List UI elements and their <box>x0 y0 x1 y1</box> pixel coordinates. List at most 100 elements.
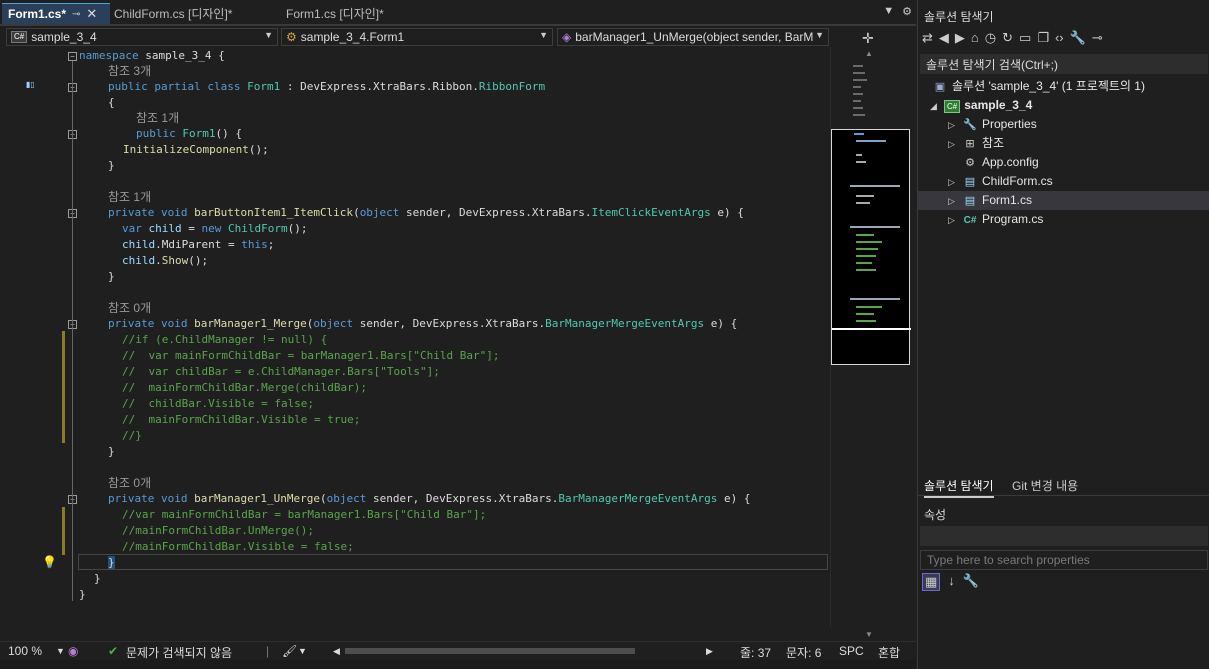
project-dropdown[interactable]: C# sample_3_4 ▼ <box>6 28 278 46</box>
tab-form1-cs[interactable]: Form1.cs* ⊸ ✕ <box>2 3 110 24</box>
tree-label: Form1.cs <box>982 193 1033 207</box>
scroll-down-icon[interactable]: ▼ <box>865 630 873 639</box>
pin-icon[interactable]: ⊸ <box>72 9 80 20</box>
tree-label: 솔루션 'sample_3_4' (1 프로젝트의 1) <box>952 79 1145 93</box>
tree-project[interactable]: ◢ C# sample_3_4 <box>930 96 1032 115</box>
member-dropdown[interactable]: ◈ barManager1_UnMerge(object sender, Bar… <box>557 28 829 46</box>
collapse-all-icon[interactable]: ▭ <box>1019 30 1031 46</box>
code-text[interactable]: namespace sample_3_4 { 참조 3개 public part… <box>79 47 829 640</box>
reference-count[interactable]: 참조 0개 <box>108 300 151 316</box>
tab-label: Form1.cs [디자인]* <box>286 7 384 21</box>
navigation-bar: C# sample_3_4 ▼ ⚙ sample_3_4.Form1 ▼ ◈ b… <box>0 28 830 46</box>
scroll-left-icon[interactable]: ◀ <box>333 646 340 657</box>
reference-count[interactable]: 참조 3개 <box>108 63 151 79</box>
outline-guide <box>72 61 73 601</box>
minimap-line <box>856 306 882 308</box>
categorized-icon[interactable]: ▦ <box>922 573 941 591</box>
close-icon[interactable]: ✕ <box>86 6 97 22</box>
tree-item-references[interactable]: ▷ ⊞ 참조 <box>948 134 1004 153</box>
collapsed-arrow-icon[interactable]: ▷ <box>948 211 962 230</box>
minimap-line <box>856 255 876 257</box>
collapse-icon[interactable]: − <box>68 52 77 61</box>
zoom-level[interactable]: 100 % <box>8 644 42 658</box>
split-window-icon[interactable]: ✛ <box>862 30 874 47</box>
column-number[interactable]: 문자: 6 <box>786 644 821 661</box>
change-marker <box>62 507 65 555</box>
class-gutter-glyph-icon[interactable]: ▮▯ <box>26 80 35 89</box>
collapsed-arrow-icon[interactable]: ▷ <box>948 135 962 154</box>
minimap[interactable]: ▲ ▼ <box>830 47 911 639</box>
gear-icon[interactable]: ⚙ <box>902 5 912 18</box>
chevron-down-icon[interactable]: ▼ <box>56 646 65 656</box>
reference-count[interactable]: 참조 1개 <box>136 110 179 126</box>
lightbulb-icon[interactable]: 💡 <box>42 555 57 569</box>
code-comment: //var mainFormChildBar = barManager1.Bar… <box>122 508 487 521</box>
minimap-line <box>856 262 872 264</box>
collapsed-arrow-icon[interactable]: ▷ <box>948 173 962 192</box>
code-view-icon[interactable]: ‹› <box>1055 30 1064 46</box>
history-icon[interactable]: ◷ <box>985 30 996 46</box>
solution-search-input[interactable]: 솔루션 탐색기 검색(Ctrl+;) <box>920 54 1208 74</box>
scroll-right-icon[interactable]: ▶ <box>706 646 713 657</box>
tree-item-childform[interactable]: ▷ ▤ ChildForm.cs <box>948 172 1053 191</box>
code-comment: //if (e.ChildManager != null) { <box>122 333 328 346</box>
class-icon: ⚙ <box>286 30 297 44</box>
minimap-viewport[interactable] <box>831 129 911 365</box>
wrench-icon[interactable]: 🔧 <box>963 573 979 591</box>
reference-count[interactable]: 참조 0개 <box>108 475 151 491</box>
back-icon[interactable]: ◀ <box>939 30 949 46</box>
pin-icon[interactable]: ⊸ <box>1092 30 1103 46</box>
tree-solution[interactable]: ▣ 솔루션 'sample_3_4' (1 프로젝트의 1) <box>932 77 1145 96</box>
scroll-up-icon[interactable]: ▲ <box>865 49 873 58</box>
minimap-line <box>853 79 867 81</box>
form-file-icon: ▤ <box>964 195 976 207</box>
properties-object-selector[interactable] <box>920 526 1208 546</box>
panel-title: 솔루션 탐색기 <box>924 10 994 24</box>
alphabetical-icon[interactable]: ↓ <box>948 573 955 591</box>
minimap-line <box>854 133 864 135</box>
code-comment: // mainFormChildBar.Merge(childBar); <box>122 381 368 394</box>
properties-search-input[interactable]: Type here to search properties <box>920 550 1208 570</box>
code-comment: // var mainFormChildBar = barManager1.Ba… <box>122 349 500 362</box>
whitespace-mode[interactable]: SPC <box>839 644 864 658</box>
forward-icon[interactable]: ▶ <box>955 30 965 46</box>
class-dropdown[interactable]: ⚙ sample_3_4.Form1 ▼ <box>281 28 553 46</box>
tab-git-changes[interactable]: Git 변경 내용 <box>1012 477 1078 494</box>
chevron-down-icon[interactable]: ▼ <box>298 646 307 656</box>
tree-label: Properties <box>982 117 1037 131</box>
code-comment: //} <box>122 429 142 442</box>
refresh-icon[interactable]: ↻ <box>1002 30 1013 46</box>
copilot-icon[interactable]: ◉ <box>68 644 78 658</box>
code-line: private void barButtonItem1_ItemClick(ob… <box>108 206 744 219</box>
chevron-down-icon[interactable]: ▼ <box>883 5 894 18</box>
issues-status[interactable]: 문제가 검색되지 않음 <box>126 644 232 661</box>
code-comment: // mainFormChildBar.Visible = true; <box>122 413 361 426</box>
minimap-line <box>856 320 876 322</box>
wrench-icon[interactable]: 🔧 <box>1070 30 1086 46</box>
reference-count[interactable]: 참조 1개 <box>108 189 151 205</box>
line-number[interactable]: 줄: 37 <box>740 644 771 661</box>
minimap-caret-line <box>832 328 911 330</box>
tree-item-form1[interactable]: ▷ ▤ Form1.cs <box>918 191 1209 210</box>
copy-icon[interactable]: ❐ <box>1037 30 1049 46</box>
horizontal-scrollbar[interactable] <box>345 648 635 654</box>
switch-views-icon[interactable]: ⇄ <box>922 30 933 46</box>
chevron-down-icon: ▼ <box>815 30 824 40</box>
solution-icon: ▣ <box>934 81 946 93</box>
tab-form1-designer[interactable]: Form1.cs [디자인]* <box>280 3 430 24</box>
collapsed-arrow-icon[interactable]: ▷ <box>948 192 962 211</box>
tab-childform-designer[interactable]: ChildForm.cs [디자인]* <box>108 3 278 24</box>
brush-icon[interactable]: 🖌 <box>282 644 297 658</box>
tree-item-properties[interactable]: ▷ 🔧 Properties <box>948 115 1037 134</box>
line-ending-mode[interactable]: 혼합 <box>878 644 900 661</box>
tab-solution-explorer[interactable]: 솔루션 탐색기 <box>924 477 994 498</box>
minimap-line <box>856 140 886 142</box>
editor-status-bar: 100 % ▼ ◉ ✔ 문제가 검색되지 않음 | 🖌 ▼ ◀ ▶ 줄: 37 … <box>0 641 916 661</box>
tree-item-program[interactable]: ▷ C# Program.cs <box>948 210 1043 229</box>
tree-item-app-config[interactable]: ⚙ App.config <box>962 153 1039 172</box>
class-dropdown-value: sample_3_4.Form1 <box>300 30 405 44</box>
expanded-arrow-icon[interactable]: ◢ <box>930 97 944 116</box>
home-icon[interactable]: ⌂ <box>971 30 979 46</box>
method-icon: ◈ <box>562 30 572 44</box>
collapsed-arrow-icon[interactable]: ▷ <box>948 116 962 135</box>
